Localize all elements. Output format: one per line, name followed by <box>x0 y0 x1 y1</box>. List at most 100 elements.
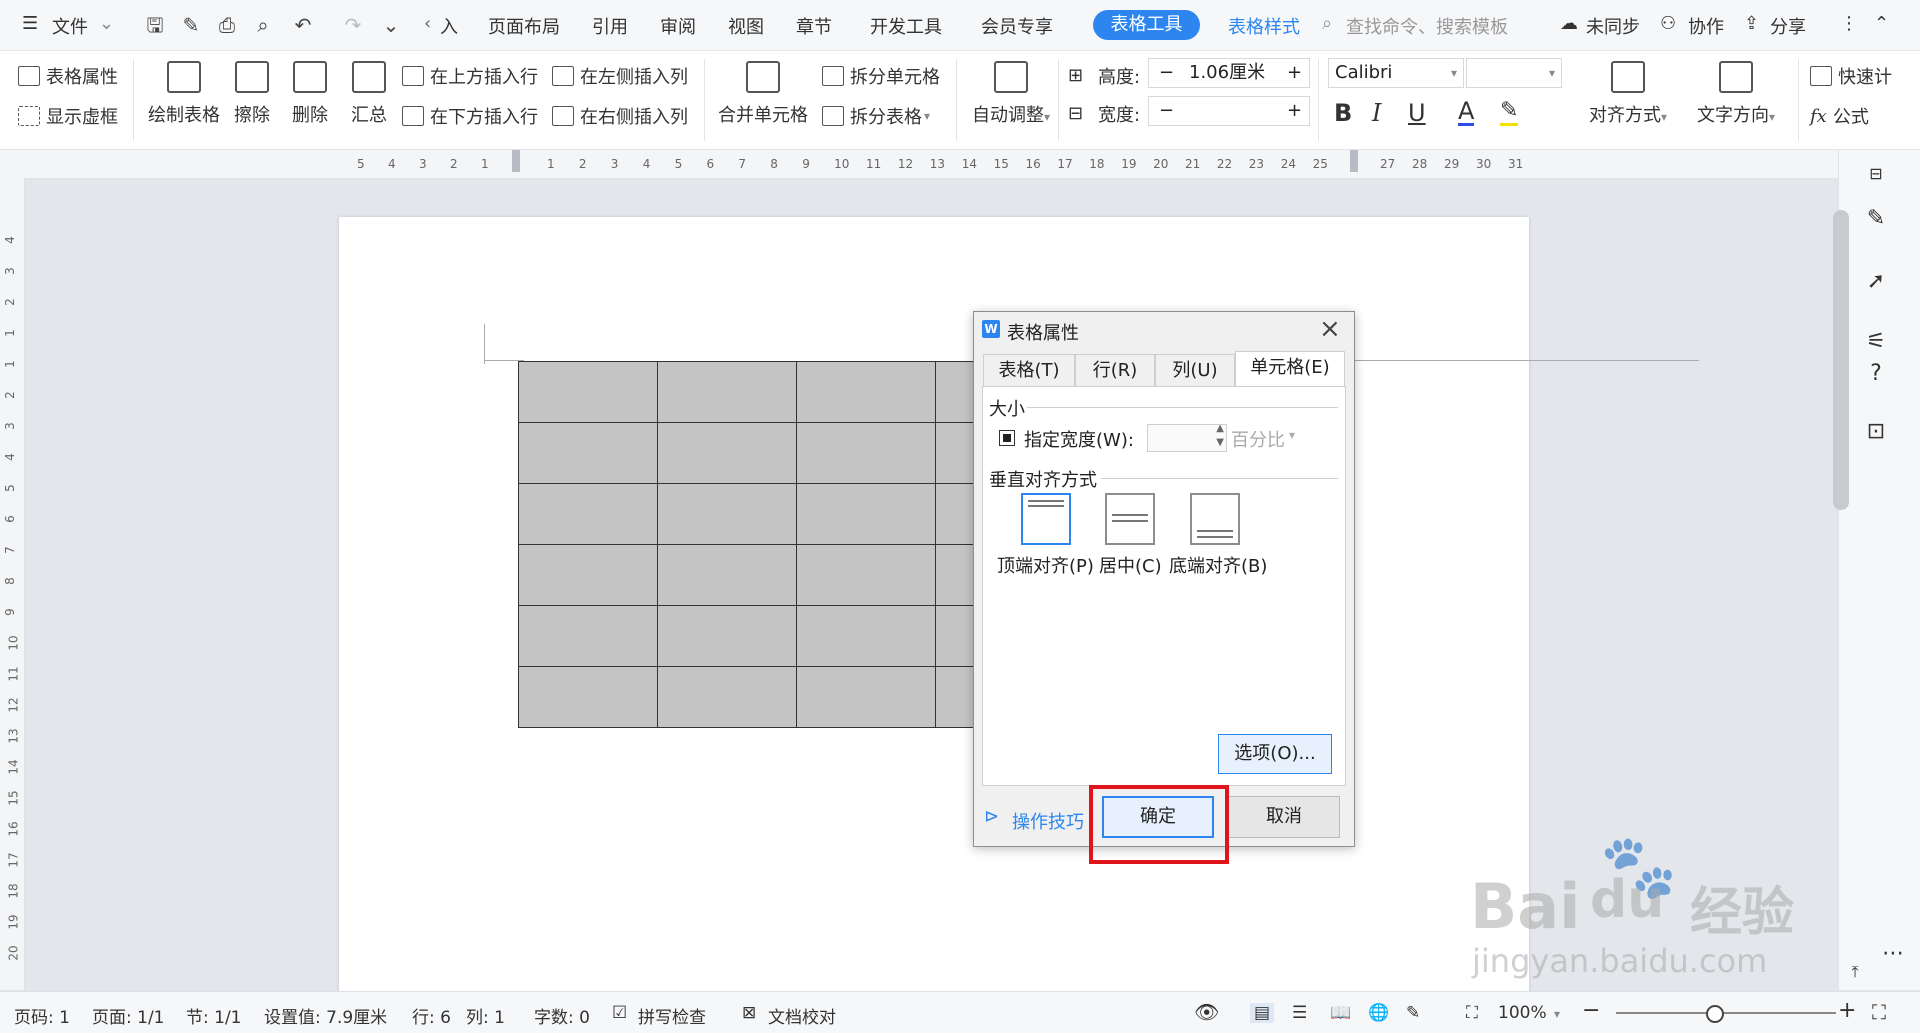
backup-icon[interactable]: ⊡ <box>1862 418 1890 446</box>
table-cell[interactable] <box>518 483 658 545</box>
print-preview-icon[interactable]: ⌕ <box>250 12 276 38</box>
zoom-out-icon[interactable]: − <box>1582 998 1600 1023</box>
vertical-scrollbar[interactable] <box>1833 210 1849 510</box>
outline-view-icon[interactable]: ☰ <box>1292 1003 1307 1023</box>
zoom-level[interactable]: 100% <box>1498 1003 1547 1023</box>
spin-down-icon[interactable]: ▼ <box>1216 437 1224 448</box>
table-cell[interactable] <box>796 666 936 728</box>
tips-link[interactable]: 操作技巧 <box>1012 808 1084 834</box>
font-name-select[interactable]: Calibri ▾ <box>1328 58 1464 88</box>
split-cells-button[interactable]: 拆分单元格 <box>822 63 940 89</box>
edit-pen-icon[interactable]: ✎ <box>1862 205 1890 233</box>
zoom-in-icon[interactable]: + <box>1838 998 1856 1023</box>
table-cell[interactable] <box>796 361 936 423</box>
save-icon[interactable]: 🖫 <box>142 12 168 38</box>
width-increment[interactable]: + <box>1287 97 1302 125</box>
erase-button[interactable]: 擦除 <box>232 61 272 127</box>
font-size-select[interactable]: ▾ <box>1466 58 1562 88</box>
table-cell[interactable] <box>796 544 936 606</box>
chevron-down-icon[interactable]: ⌄ <box>99 13 114 34</box>
height-increment[interactable]: + <box>1287 59 1302 87</box>
proofread-button[interactable]: 文档校对 <box>768 1003 836 1028</box>
table-cell[interactable] <box>657 483 797 545</box>
show-gridlines-button[interactable]: 显示虚框 <box>18 103 118 129</box>
table-cell[interactable] <box>518 361 658 423</box>
status-setting[interactable]: 设置值: 7.9厘米 <box>264 1003 387 1028</box>
status-column[interactable]: 列: 1 <box>466 1003 505 1028</box>
collaborate-button[interactable]: 协作 <box>1688 13 1724 39</box>
sync-status[interactable]: 未同步 <box>1586 13 1640 39</box>
tab-review[interactable]: 审阅 <box>660 13 696 39</box>
preferred-width-checkbox[interactable] <box>999 430 1015 446</box>
merge-cells-button[interactable]: 合并单元格 <box>716 61 810 127</box>
fit-page-icon[interactable]: ⛶ <box>1466 1003 1478 1023</box>
more-icon[interactable]: ⋮ <box>1840 13 1858 34</box>
align-bottom-button[interactable] <box>1190 493 1240 545</box>
tab-page-layout[interactable]: 页面布局 <box>488 13 560 39</box>
formula-button[interactable]: fx 公式 <box>1810 103 1869 129</box>
page-up-icon[interactable]: ⤒ <box>1841 958 1869 986</box>
panel-toggle-icon[interactable]: ⊟ <box>1862 160 1890 188</box>
spin-up-icon[interactable]: ▲ <box>1216 423 1224 434</box>
split-table-button[interactable]: 拆分表格 ▾ <box>822 103 930 129</box>
table-cell[interactable] <box>657 422 797 484</box>
summary-button[interactable]: 汇总 <box>348 61 390 127</box>
insert-row-below-button[interactable]: 在下方插入行 <box>402 103 538 129</box>
height-input[interactable]: − 1.06厘米 + <box>1148 58 1310 88</box>
settings-sliders-icon[interactable]: ⚟ <box>1862 328 1890 356</box>
tab-table[interactable]: 表格(T) <box>983 354 1075 386</box>
tab-column[interactable]: 列(U) <box>1155 354 1235 386</box>
table-cell[interactable] <box>657 361 797 423</box>
hamburger-icon[interactable]: ☰ <box>22 13 38 34</box>
tab-row[interactable]: 行(R) <box>1075 354 1155 386</box>
table-cell[interactable] <box>518 422 658 484</box>
status-word-count[interactable]: 字数: 0 <box>534 1003 590 1028</box>
text-direction-button[interactable]: 文字方向▾ <box>1694 61 1778 127</box>
format-painter-icon[interactable]: ✎ <box>178 12 204 38</box>
table-cell[interactable] <box>518 666 658 728</box>
table-cell[interactable] <box>657 666 797 728</box>
status-section[interactable]: 节: 1/1 <box>186 1003 242 1028</box>
status-pages[interactable]: 页面: 1/1 <box>92 1003 165 1028</box>
highlight-pen-icon[interactable]: ✎ <box>1500 99 1519 126</box>
tab-view[interactable]: 视图 <box>728 13 764 39</box>
width-input[interactable]: − + <box>1148 96 1310 126</box>
insert-col-right-button[interactable]: 在右侧插入列 <box>552 103 688 129</box>
width-unit-select[interactable]: 百分比 <box>1231 426 1285 452</box>
collapse-ribbon-icon[interactable]: ⌃ <box>1874 13 1889 34</box>
table-cell[interactable] <box>657 544 797 606</box>
tab-cell[interactable]: 单元格(E) <box>1235 351 1345 386</box>
height-decrement[interactable]: − <box>1159 59 1174 87</box>
table-cell[interactable] <box>796 422 936 484</box>
options-button[interactable]: 选项(O)... <box>1218 734 1332 774</box>
ruler-right-margin-marker[interactable] <box>1350 150 1358 172</box>
table-cell[interactable] <box>796 605 936 667</box>
reading-view-icon[interactable]: 📖 <box>1330 1003 1351 1023</box>
insert-col-left-button[interactable]: 在左侧插入列 <box>552 63 688 89</box>
more-options-icon[interactable]: ⋯ <box>1879 940 1907 968</box>
zoom-slider-thumb[interactable] <box>1706 1005 1724 1023</box>
tab-section[interactable]: 章节 <box>796 13 832 39</box>
insert-row-above-button[interactable]: 在上方插入行 <box>402 63 538 89</box>
eye-protection-icon[interactable]: 👁 <box>1194 1000 1219 1024</box>
page-view-icon[interactable]: ▤ <box>1250 1003 1275 1023</box>
align-center-button[interactable] <box>1105 493 1155 545</box>
horizontal-ruler[interactable]: 5 4 3 2 1 1 2 3 4 5 6 7 8 9 10 11 12 13 14 15 16 17 18 19 20 21 22… <box>0 150 1838 179</box>
align-top-button[interactable] <box>1021 493 1071 545</box>
close-icon[interactable]: × <box>1319 314 1341 344</box>
tab-developer[interactable]: 开发工具 <box>870 13 942 39</box>
share-button[interactable]: 分享 <box>1770 13 1806 39</box>
help-icon[interactable]: ? <box>1862 360 1890 388</box>
scroll-left-icon[interactable]: ‹ <box>424 13 431 34</box>
quick-calc-button[interactable]: 快速计 <box>1810 63 1892 89</box>
table-cell[interactable] <box>657 605 797 667</box>
table-cell[interactable] <box>796 483 936 545</box>
width-decrement[interactable]: − <box>1159 97 1174 125</box>
tab-member[interactable]: 会员专享 <box>981 13 1053 39</box>
preferred-width-input[interactable]: ▲ ▼ <box>1147 423 1227 452</box>
table-cell[interactable] <box>518 544 658 606</box>
status-page-number[interactable]: 页码: 1 <box>14 1003 70 1028</box>
align-button[interactable]: 对齐方式▾ <box>1586 61 1670 127</box>
ruler-left-margin-marker[interactable] <box>512 150 520 172</box>
zoom-slider-track[interactable] <box>1616 1012 1836 1014</box>
